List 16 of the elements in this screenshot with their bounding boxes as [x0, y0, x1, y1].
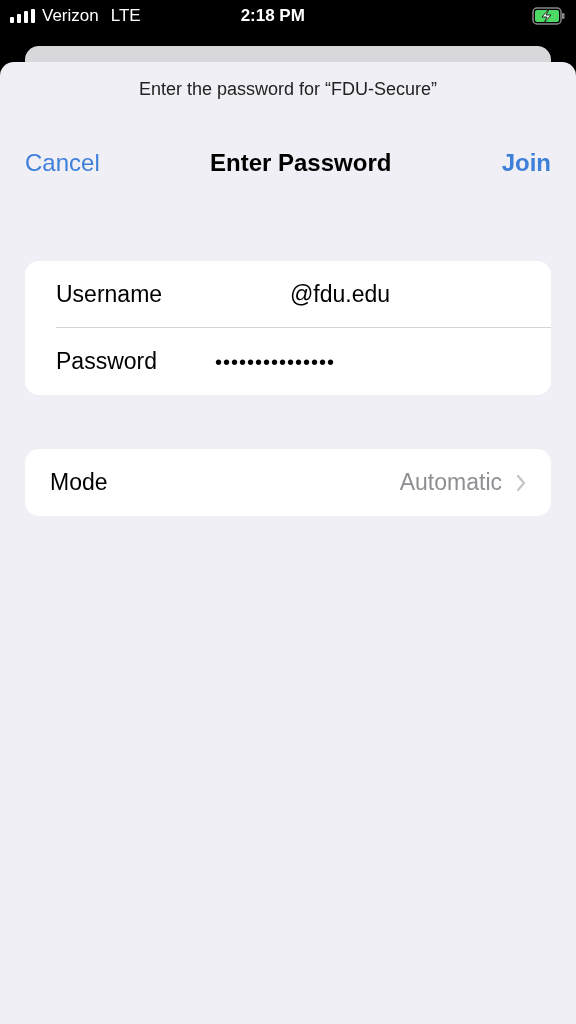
signal-icon: [10, 9, 36, 23]
status-time: 2:18 PM: [240, 5, 305, 28]
nav-title: Enter Password: [210, 148, 392, 178]
mode-label: Mode: [50, 468, 108, 498]
chevron-icon: [516, 473, 526, 492]
mode-row[interactable]: Mode Automatic: [25, 449, 551, 516]
join-button[interactable]: Join: [501, 145, 551, 181]
mode-value: Automatic: [399, 468, 502, 498]
username-field[interactable]: @fdu.edu: [290, 276, 391, 312]
cancel-button[interactable]: Cancel: [25, 145, 100, 181]
carrier-name: Verizon: [42, 5, 99, 28]
password-field[interactable]: •••••••••••••••: [215, 346, 336, 377]
network-type: LTE: [110, 5, 141, 28]
field-label: Password: [56, 347, 158, 377]
prompt-text: Enter the password for “FDU-Secure”: [138, 79, 438, 99]
field-label: Username: [56, 279, 164, 309]
